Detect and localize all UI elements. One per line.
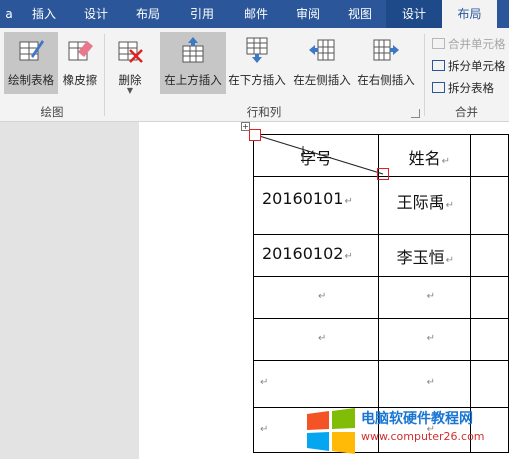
insert-below-button[interactable]: 在下方插入 — [226, 32, 288, 94]
cell-text: 20160101 — [262, 189, 344, 208]
table-cell[interactable] — [470, 276, 509, 319]
table-cell[interactable]: ↵ — [377, 276, 472, 319]
chevron-down-icon: ▼ — [126, 86, 134, 95]
draw-table-label: 绘制表格 — [8, 73, 54, 87]
insert-left-button[interactable]: 在左侧插入 — [290, 32, 354, 94]
group-label-draw: 绘图 — [40, 105, 64, 119]
paragraph-mark: ↵ — [426, 333, 436, 344]
insert-right-label: 在右侧插入 — [357, 73, 415, 87]
ribbon-tab-bar: a 插入 设计 布局 引用 邮件 审阅 视图 设计 布局 — [0, 0, 509, 28]
split-cells-button[interactable]: 拆分单元格 — [432, 58, 506, 76]
table-cell[interactable]: 王际禹↵ — [377, 176, 472, 235]
tab-layout[interactable]: 布局 — [122, 0, 174, 28]
table-row: 20160101↵ 王际禹↵ — [253, 176, 509, 235]
split-cells-icon — [432, 60, 445, 71]
split-table-label: 拆分表格 — [448, 81, 494, 95]
draw-table-icon — [19, 40, 44, 61]
table-cell[interactable] — [470, 360, 509, 408]
paragraph-mark: ↵ — [344, 251, 353, 262]
selection-start-handle — [249, 129, 261, 141]
insert-left-label: 在左侧插入 — [293, 73, 351, 87]
table-row: ↵ ↵ — [253, 276, 509, 319]
paragraph-mark: ↵ — [426, 291, 436, 302]
group-label-rows-cols: 行和列 — [246, 105, 282, 119]
tab-design[interactable]: 设计 — [70, 0, 122, 28]
header-name: 姓名 — [408, 149, 441, 168]
table-row: ↵ ↵ — [253, 360, 509, 408]
tab-view[interactable]: 视图 — [334, 0, 386, 28]
cell-text: 王际禹 — [396, 193, 445, 212]
insert-above-label: 在上方插入 — [164, 73, 222, 87]
cell-text: 20160102 — [262, 244, 344, 263]
paragraph-mark: ↵ — [318, 291, 327, 302]
insert-right-icon — [373, 39, 399, 61]
insert-left-icon — [309, 39, 335, 61]
insert-below-label: 在下方插入 — [228, 73, 286, 87]
watermark-url: www.computer26.com — [361, 430, 485, 443]
insert-below-icon — [246, 37, 268, 63]
table-cell[interactable]: 20160102↵ — [253, 234, 379, 277]
insert-above-button[interactable]: 在上方插入 — [160, 32, 226, 94]
eraser-label: 橡皮擦 — [62, 73, 98, 87]
table-header-cell[interactable]: 姓名↵ — [377, 134, 472, 177]
header-student-id: 学号 — [300, 149, 333, 168]
split-cells-label: 拆分单元格 — [448, 59, 506, 73]
watermark-title: 电脑软硬件教程网 — [361, 411, 473, 427]
tab-mailings[interactable]: 邮件 — [230, 0, 282, 28]
insert-above-icon — [182, 37, 204, 63]
tab-references[interactable]: 引用 — [174, 0, 230, 28]
paragraph-mark: ↵ — [318, 333, 327, 344]
table-cell[interactable]: 20160101↵ — [253, 176, 379, 235]
delete-button[interactable]: 删除 ▼ — [110, 32, 150, 95]
table-header-cell[interactable]: 学号 — [253, 134, 379, 177]
data-table[interactable]: 学号 姓名↵ 20160101↵ 王际禹↵ 20160102↵ 李玉恒↵ ↵ ↵… — [253, 134, 509, 453]
tab-start[interactable]: a — [0, 0, 18, 28]
merge-cells-label: 合并单元格 — [448, 37, 506, 51]
watermark-logo: 电脑软硬件教程网 www.computer26.com — [303, 408, 509, 459]
tab-insert[interactable]: 插入 — [18, 0, 70, 28]
paragraph-mark: ↵ — [344, 196, 353, 207]
merge-cells-button[interactable]: 合并单元格 — [432, 36, 506, 54]
paragraph-mark: ↵ — [445, 255, 455, 266]
delete-table-icon — [118, 41, 143, 63]
table-cell[interactable] — [470, 318, 509, 361]
table-cell[interactable]: ↵ — [377, 318, 472, 361]
eraser-icon — [68, 41, 93, 61]
paragraph-mark: ↵ — [426, 377, 436, 388]
tab-review[interactable]: 审阅 — [282, 0, 334, 28]
table-cell[interactable]: ↵ — [253, 318, 379, 361]
cell-text: 李玉恒 — [396, 248, 445, 267]
split-table-button[interactable]: 拆分表格 — [432, 80, 494, 98]
table-row: ↵ ↵ — [253, 318, 509, 361]
table-cell[interactable] — [470, 234, 509, 277]
selection-end-handle — [377, 168, 389, 180]
paragraph-mark: ↵ — [260, 424, 269, 435]
group-label-merge: 合并 — [455, 105, 478, 119]
paragraph-mark: ↵ — [445, 200, 455, 211]
draw-table-button[interactable]: 绘制表格 — [4, 32, 58, 94]
table-cell[interactable]: ↵ — [377, 360, 472, 408]
table-cell[interactable]: ↵ — [253, 276, 379, 319]
ribbon: 绘制表格 橡皮擦 删除 ▼ 在上方插入 在下方插入 在左侧插入 在右侧插入 合并… — [0, 28, 509, 122]
windows-logo-icon — [307, 408, 355, 454]
paragraph-mark: ↵ — [260, 377, 269, 388]
table-cell[interactable]: ↵ — [253, 360, 379, 408]
insert-right-button[interactable]: 在右侧插入 — [355, 32, 417, 94]
tab-table-design[interactable]: 设计 — [386, 0, 442, 28]
tab-table-layout[interactable]: 布局 — [442, 0, 497, 28]
table-cell[interactable] — [470, 176, 509, 235]
table-cell[interactable] — [470, 134, 509, 177]
paragraph-mark: ↵ — [441, 156, 451, 167]
table-row: 20160102↵ 李玉恒↵ — [253, 234, 509, 277]
table-cell[interactable]: 李玉恒↵ — [377, 234, 472, 277]
eraser-button[interactable]: 橡皮擦 — [58, 32, 102, 94]
merge-cells-icon — [432, 38, 445, 49]
split-table-icon — [432, 82, 445, 93]
